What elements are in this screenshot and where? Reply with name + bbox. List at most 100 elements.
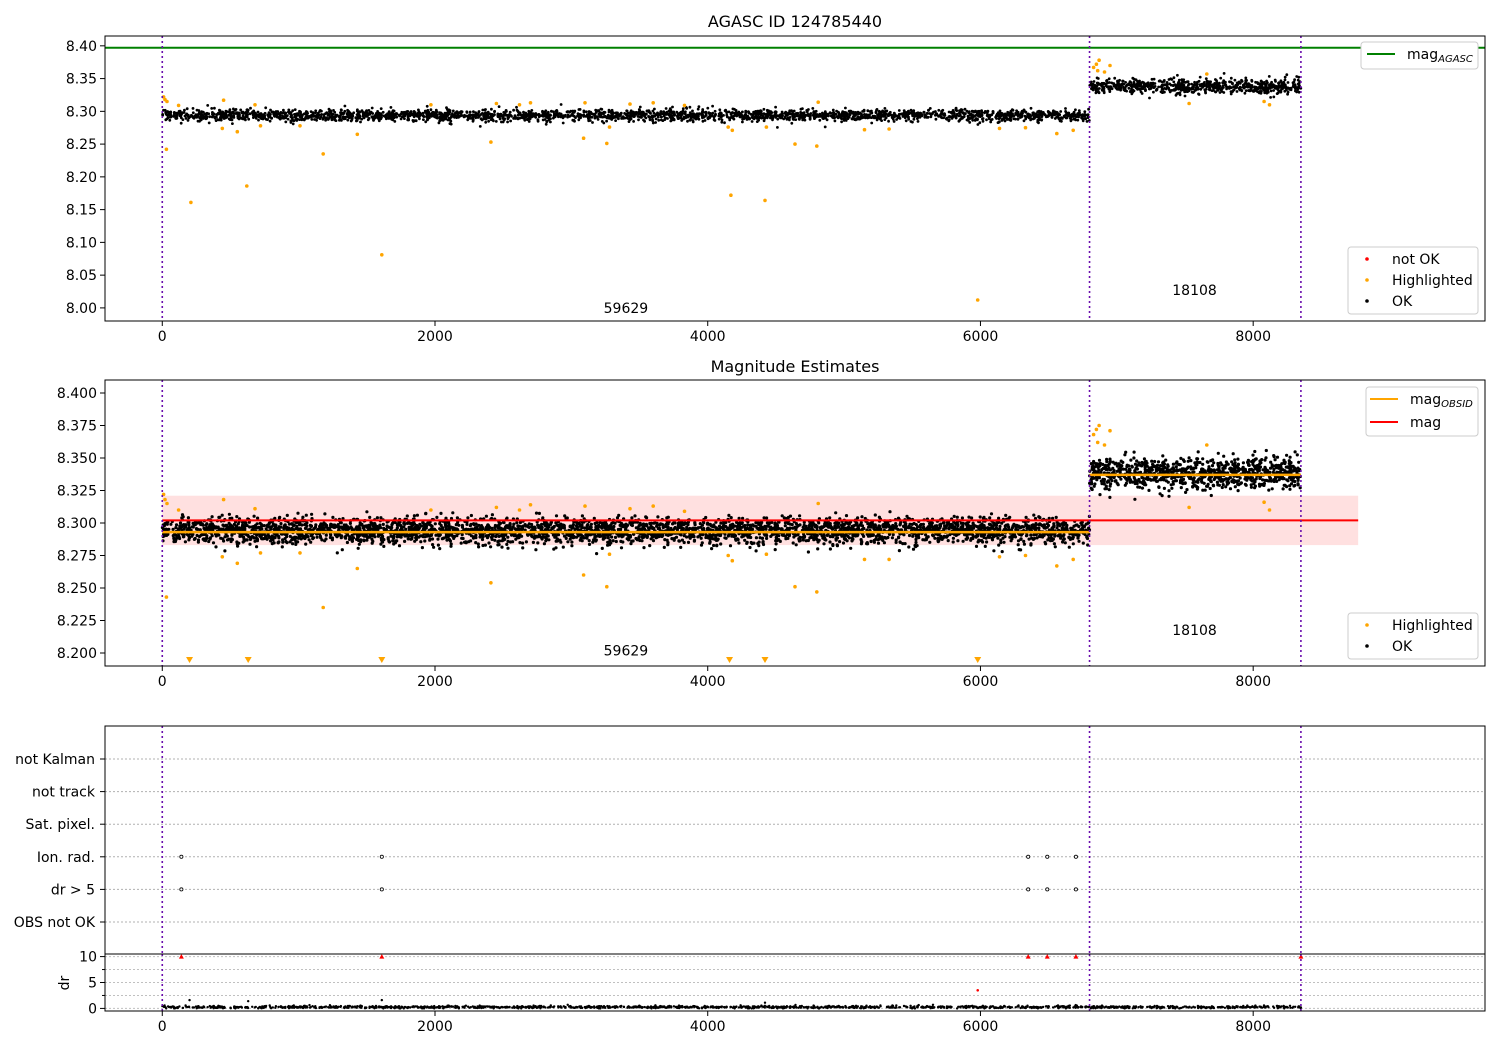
ok-point <box>916 120 920 123</box>
ok-point <box>1177 81 1181 84</box>
ok-point <box>633 514 637 518</box>
ok-point <box>997 112 1001 116</box>
ok-point <box>1245 83 1249 87</box>
ok-point <box>1092 80 1096 83</box>
ok-point <box>221 114 224 117</box>
ok-point <box>190 113 193 117</box>
ok-point <box>393 120 397 123</box>
ok-point <box>310 118 314 121</box>
ok-point <box>638 115 641 119</box>
ok-point <box>1282 82 1286 86</box>
ok-point <box>878 115 882 118</box>
highlighted-point <box>1071 128 1075 133</box>
ok-point <box>1130 83 1133 87</box>
ok-point <box>311 111 315 114</box>
y-tick-label: 8.40 <box>66 39 97 55</box>
highlighted-point <box>1205 72 1209 76</box>
ok-point <box>822 542 826 546</box>
ok-point <box>1070 118 1073 122</box>
ok-point <box>448 112 451 116</box>
ok-point <box>1159 79 1162 83</box>
ok-point <box>595 109 599 113</box>
ok-point <box>279 522 283 526</box>
ok-point <box>672 112 676 115</box>
x-tick-label: 4000 <box>690 329 726 345</box>
ok-point <box>459 114 462 118</box>
ok-point <box>1244 80 1248 84</box>
ok-point <box>953 112 956 116</box>
ok-point <box>198 116 202 120</box>
highlighted-point <box>605 141 609 146</box>
ok-point <box>691 120 695 124</box>
ok-point <box>1148 96 1151 100</box>
ok-point <box>849 109 852 113</box>
ok-point <box>728 544 733 548</box>
ok-point <box>989 512 994 516</box>
ok-point <box>806 550 811 554</box>
ok-point <box>993 527 997 531</box>
ok-point <box>1052 542 1056 546</box>
ok-point <box>957 119 961 123</box>
ok-point <box>208 115 212 119</box>
ok-point <box>1141 87 1145 90</box>
ok-point <box>291 109 295 112</box>
ok-point <box>580 514 585 518</box>
ok-point <box>631 539 635 543</box>
ok-point <box>974 117 978 120</box>
ok-point <box>319 115 323 119</box>
ok-point <box>472 110 475 113</box>
ok-point <box>241 110 245 114</box>
ok-point <box>346 118 350 122</box>
ok-point <box>395 535 399 539</box>
ok-point <box>293 113 297 116</box>
ok-point <box>658 113 662 117</box>
ok-point <box>927 108 930 112</box>
ok-point <box>1080 115 1084 119</box>
highlighted-point <box>651 101 655 105</box>
ok-point <box>300 118 304 122</box>
ok-point <box>315 118 318 122</box>
ok-point <box>1016 543 1020 547</box>
highlighted-point <box>220 126 225 131</box>
ok-point <box>252 109 256 113</box>
ok-point <box>922 111 926 114</box>
ok-point <box>186 516 190 520</box>
ok-point <box>312 115 316 118</box>
ok-point <box>372 119 375 122</box>
ok-point <box>1216 89 1220 92</box>
y-tick-label: 8.35 <box>66 72 97 88</box>
ok-point <box>531 540 536 545</box>
ok-point <box>731 107 735 111</box>
ok-point <box>472 113 476 117</box>
ok-point <box>1047 114 1051 118</box>
ok-point <box>630 516 634 520</box>
ok-point <box>1043 540 1047 544</box>
y-tick-label: 8.05 <box>66 268 97 284</box>
ok-point <box>492 119 495 123</box>
ok-point <box>1186 80 1190 84</box>
ok-point <box>1270 85 1274 89</box>
ok-point <box>1222 72 1226 75</box>
ok-point <box>301 515 305 519</box>
ok-point <box>1286 90 1290 94</box>
y-tick-label: 8.10 <box>66 235 97 251</box>
ok-point <box>1170 78 1174 81</box>
ok-point <box>236 115 240 118</box>
ok-point <box>255 113 259 117</box>
ok-point <box>1077 539 1081 543</box>
ok-point <box>631 111 634 114</box>
ok-point <box>358 114 362 118</box>
ok-point <box>833 119 837 123</box>
ok-point <box>508 110 512 114</box>
ok-point <box>1259 85 1263 89</box>
ok-point <box>277 112 281 115</box>
chart-title: AGASC ID 124785440 <box>708 12 882 31</box>
ok-point <box>264 106 268 110</box>
ok-point <box>707 111 711 115</box>
ok-point <box>1074 108 1077 112</box>
ok-point <box>755 112 759 116</box>
ok-point <box>1122 87 1126 91</box>
ok-point <box>330 117 334 121</box>
ok-point <box>359 120 362 124</box>
ok-point <box>493 110 496 114</box>
